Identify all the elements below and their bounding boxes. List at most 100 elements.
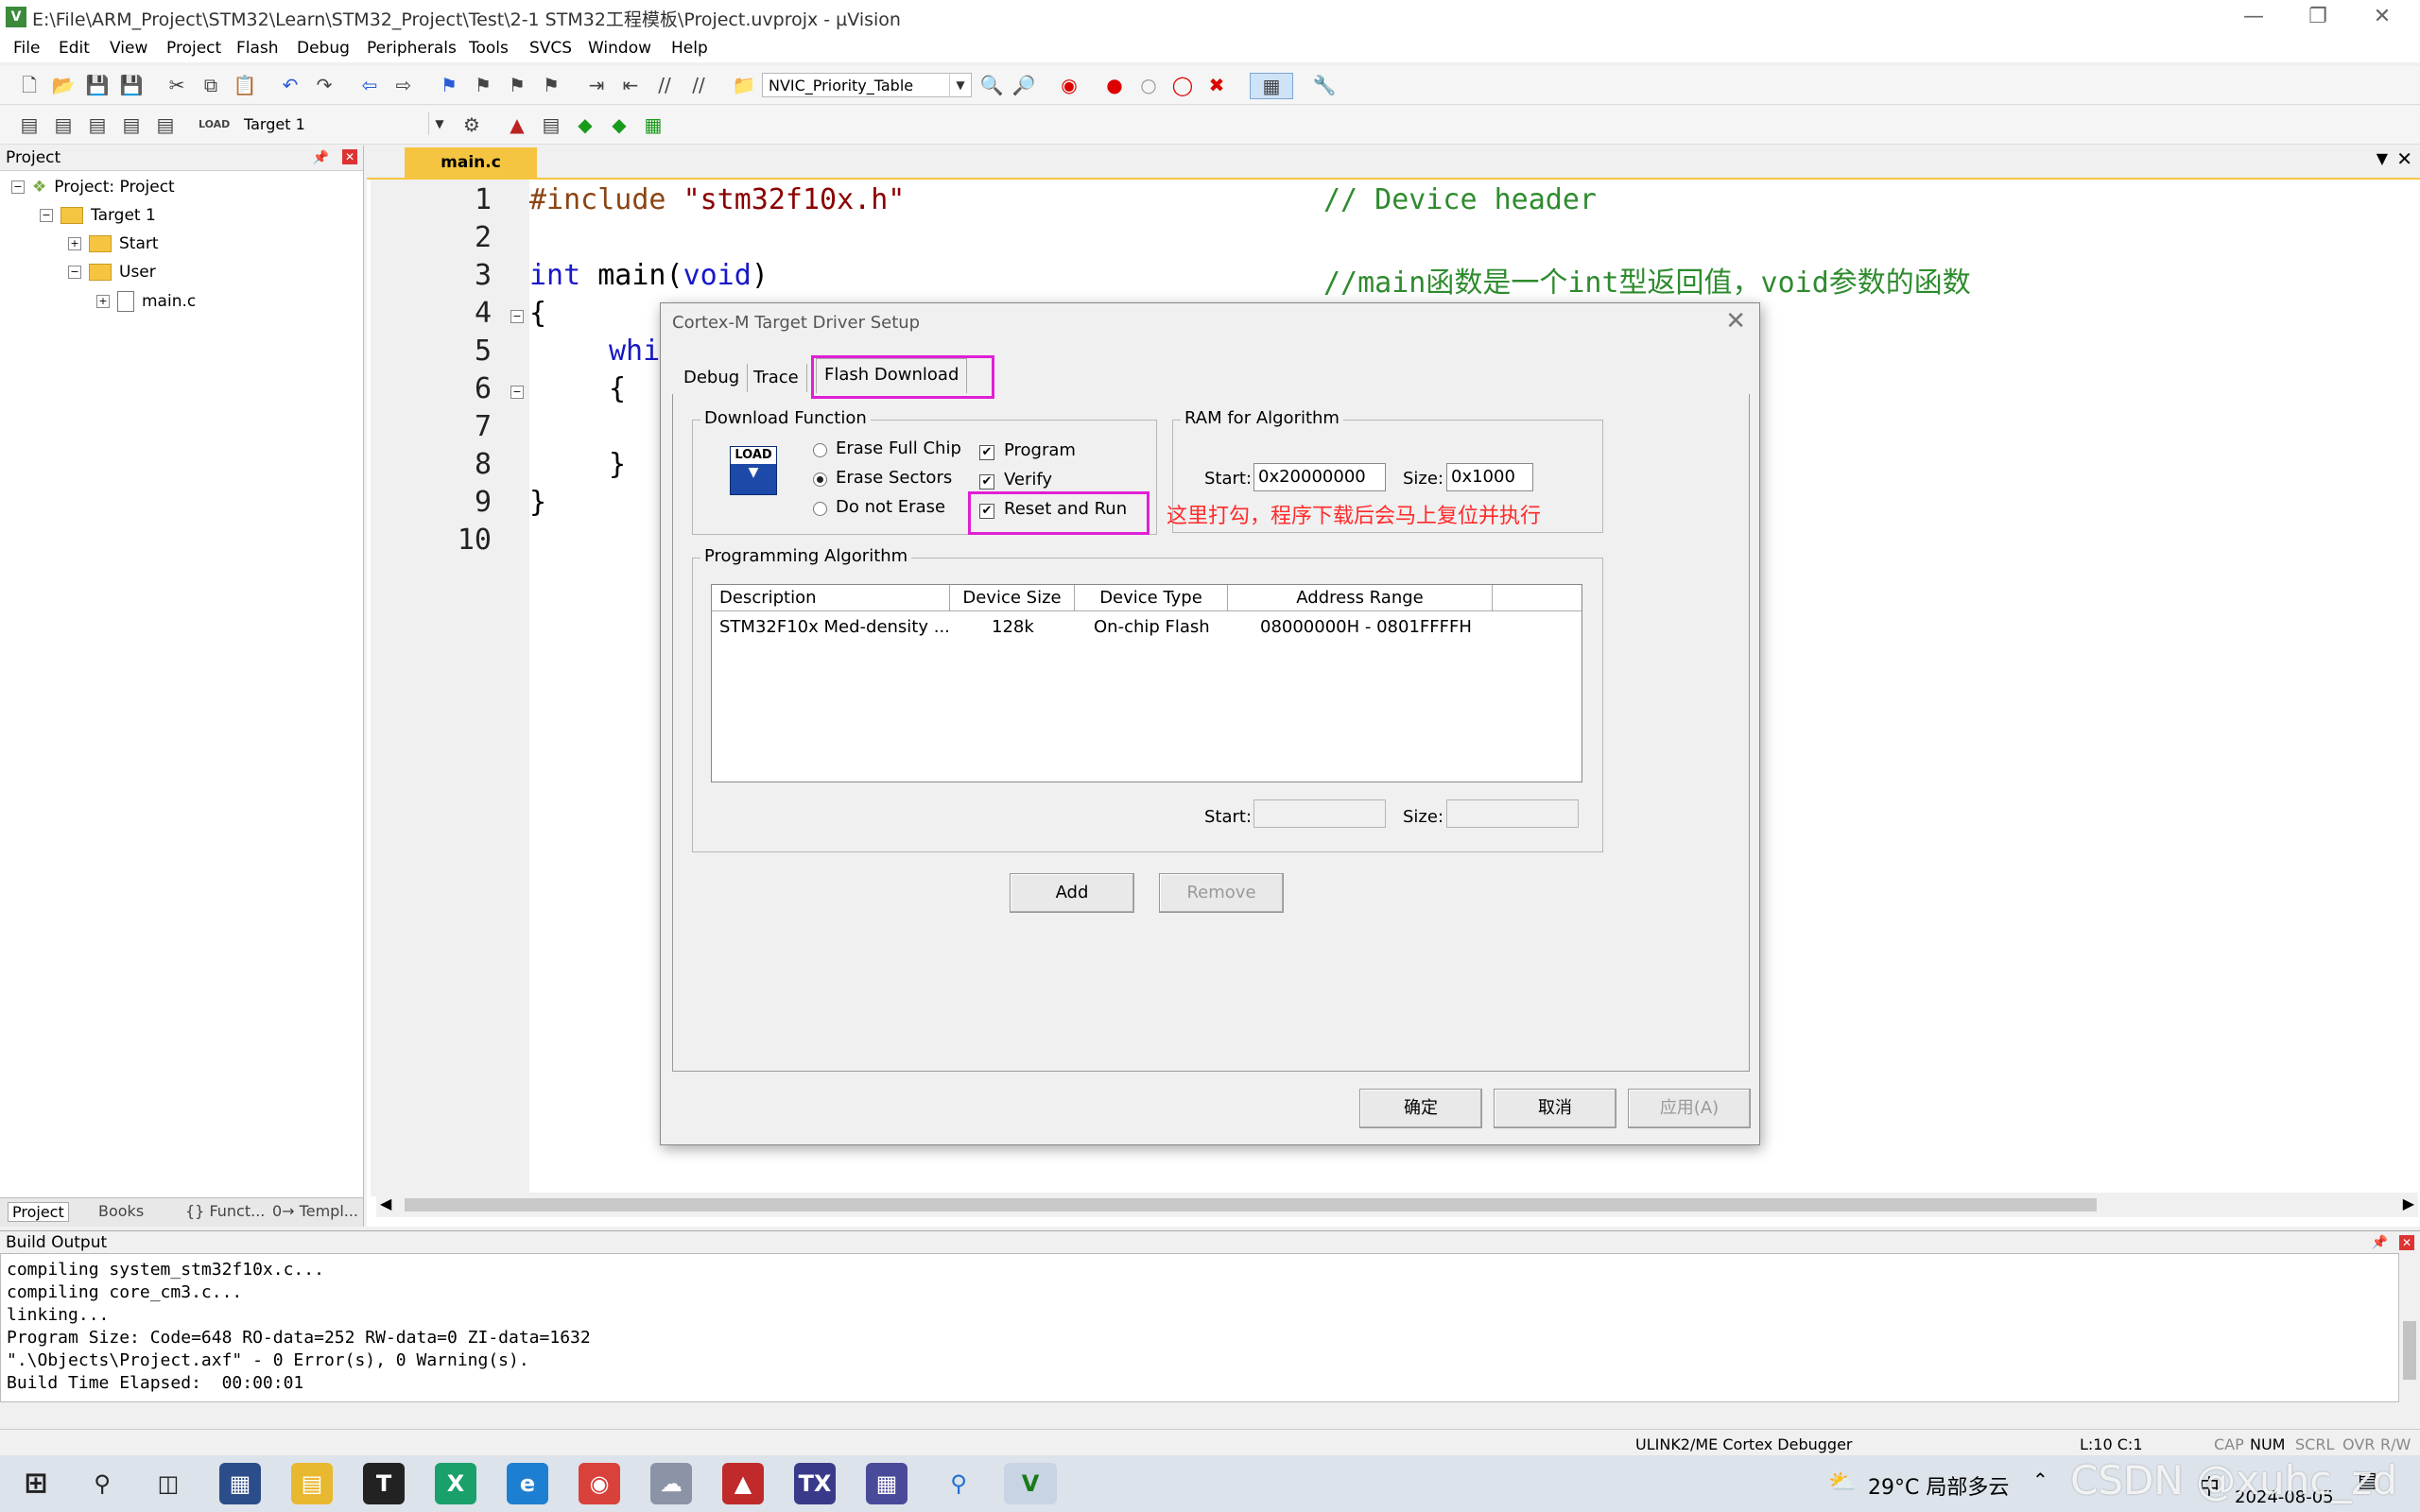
app-icon-cloud[interactable]: ☁	[650, 1463, 692, 1504]
unindent-icon[interactable]: ⇤	[618, 73, 643, 97]
tree-group-user[interactable]: − User	[68, 263, 156, 282]
translate-icon[interactable]: ▤	[17, 112, 42, 137]
build-icon[interactable]: ▤	[51, 112, 76, 137]
uvision-taskbar-icon[interactable]: V	[1004, 1463, 1057, 1504]
prev-bookmark-icon[interactable]: ⚑	[471, 73, 495, 97]
menu-window[interactable]: Window	[588, 39, 651, 58]
column-header-description[interactable]: Description	[712, 585, 950, 611]
tray-chevron-up-icon[interactable]: ⌃	[2032, 1469, 2048, 1491]
cut-icon[interactable]: ✂	[164, 73, 189, 97]
typora-app-icon[interactable]: T	[363, 1463, 405, 1504]
remove-button[interactable]: Remove	[1159, 873, 1284, 913]
code-line-3[interactable]: int main(void)	[529, 259, 769, 292]
program-label[interactable]: Program	[1004, 440, 1076, 460]
dialog-close-icon[interactable]: ✕	[1725, 307, 1746, 335]
column-header-device-type[interactable]: Device Type	[1075, 585, 1228, 611]
find-in-files-icon[interactable]: 📁	[732, 73, 756, 97]
menu-edit[interactable]: Edit	[59, 39, 90, 58]
tab-templates[interactable]: 0→ Templ...	[272, 1202, 358, 1220]
code-line-8[interactable]: }	[609, 448, 626, 481]
ram-start-input[interactable]: 0x20000000	[1253, 463, 1386, 491]
tab-books[interactable]: Books	[98, 1202, 144, 1220]
ram-size-input[interactable]: 0x1000	[1446, 463, 1533, 491]
table-cell-range[interactable]: 08000000H - 0801FFFFH	[1260, 617, 1472, 637]
windows-start-icon[interactable]: ⊞	[15, 1463, 57, 1504]
start-debug-icon[interactable]: ◉	[1057, 73, 1081, 97]
close-tab-icon[interactable]: ✕	[2396, 147, 2412, 170]
verify-label[interactable]: Verify	[1004, 470, 1052, 490]
verify-checkbox[interactable]: ✔	[979, 474, 994, 490]
file-extensions-icon[interactable]: ▤	[539, 112, 563, 137]
open-file-icon[interactable]: 📂	[51, 73, 76, 97]
batch-build-icon[interactable]: ▤	[119, 112, 144, 137]
tree-file-main[interactable]: + main.c	[96, 291, 196, 312]
incremental-find-icon[interactable]: 🔎	[1011, 73, 1036, 97]
target-combo[interactable]: Target 1 ▼	[238, 112, 450, 137]
expand-icon[interactable]: +	[96, 295, 110, 308]
editor-horizontal-scrollbar[interactable]: ◀ ▶	[376, 1193, 2418, 1217]
algorithm-table[interactable]: Description Device Size Device Type Addr…	[711, 584, 1582, 782]
window-layout-icon[interactable]: ▦	[1250, 73, 1293, 99]
build-output-text[interactable]: compiling system_stm32f10x.c... compilin…	[0, 1253, 2399, 1402]
menu-help[interactable]: Help	[671, 39, 708, 58]
minimize-button[interactable]: —	[2235, 4, 2273, 30]
build-output-scrollbar[interactable]	[2399, 1253, 2420, 1402]
indent-icon[interactable]: ⇥	[584, 73, 609, 97]
menu-file[interactable]: File	[13, 39, 40, 58]
redo-icon[interactable]: ↷	[312, 73, 337, 97]
restore-button[interactable]: ❐	[2299, 4, 2337, 30]
tree-group-start[interactable]: + Start	[68, 234, 159, 253]
chevron-down-icon[interactable]: ▼	[428, 112, 450, 135]
save-all-icon[interactable]: 💾	[119, 73, 144, 97]
scroll-thumb[interactable]	[405, 1198, 2097, 1211]
menu-project[interactable]: Project	[166, 39, 221, 58]
select-software-packs-icon[interactable]: ◆	[607, 112, 631, 137]
rebuild-icon[interactable]: ▤	[85, 112, 110, 137]
task-view-icon[interactable]: ◫	[147, 1463, 189, 1504]
ok-button[interactable]: 确定	[1359, 1089, 1482, 1128]
menu-svcs[interactable]: SVCS	[529, 39, 572, 58]
new-file-icon[interactable]: 🗋	[17, 73, 42, 97]
disable-all-breakpoints-icon[interactable]: ◯	[1170, 73, 1195, 97]
algo-size-input[interactable]	[1446, 799, 1579, 828]
tab-project[interactable]: Project	[8, 1202, 69, 1222]
tree-target[interactable]: − Target 1	[40, 206, 156, 225]
pin-icon[interactable]: 📌	[2372, 1231, 2388, 1254]
next-bookmark-icon[interactable]: ⚑	[505, 73, 529, 97]
pack-installer-icon[interactable]: ◆	[573, 112, 597, 137]
collapse-icon[interactable]: −	[11, 180, 25, 194]
file-explorer-icon[interactable]: ▤	[291, 1463, 333, 1504]
enable-breakpoint-icon[interactable]: ○	[1136, 73, 1161, 97]
collapse-icon[interactable]: −	[40, 209, 53, 222]
menu-view[interactable]: View	[110, 39, 147, 58]
table-cell-description[interactable]: STM32F10x Med-density ...	[719, 617, 950, 637]
build-output-hscrollbar[interactable]	[0, 1402, 2420, 1427]
menu-tools[interactable]: Tools	[469, 39, 509, 58]
nav-forward-icon[interactable]: ⇨	[391, 73, 416, 97]
magnifier-app-icon[interactable]: ⚲	[938, 1463, 979, 1504]
texstudio-app-icon[interactable]: TX	[794, 1463, 836, 1504]
tree-root[interactable]: − ❖ Project: Project	[11, 178, 175, 197]
find-icon[interactable]: 🔍	[979, 73, 1004, 97]
cancel-button[interactable]: 取消	[1494, 1089, 1616, 1128]
kill-all-breakpoints-icon[interactable]: ✖	[1204, 73, 1229, 97]
apply-button[interactable]: 应用(A)	[1628, 1089, 1751, 1128]
stop-build-icon[interactable]: ▤	[153, 112, 178, 137]
program-checkbox[interactable]: ✔	[979, 445, 994, 460]
manage-components-icon[interactable]: ▲	[505, 112, 529, 137]
scroll-thumb[interactable]	[2403, 1321, 2416, 1380]
paste-icon[interactable]: 📋	[233, 73, 257, 97]
column-header-address-range[interactable]: Address Range	[1228, 585, 1493, 611]
expand-icon[interactable]: +	[68, 237, 81, 250]
erase-sectors-radio[interactable]	[813, 472, 827, 487]
erase-sectors-label[interactable]: Erase Sectors	[836, 468, 952, 488]
copy-icon[interactable]: ⧉	[199, 73, 223, 97]
fold-marker-icon[interactable]: −	[510, 310, 524, 323]
nav-back-icon[interactable]: ⇦	[357, 73, 382, 97]
code-line-1[interactable]: #include "stm32f10x.h"	[529, 183, 905, 216]
fold-marker-icon[interactable]: −	[510, 386, 524, 399]
configure-icon[interactable]: 🔧	[1312, 73, 1337, 97]
edge-browser-icon[interactable]: e	[507, 1463, 548, 1504]
algo-start-input[interactable]	[1253, 799, 1386, 828]
close-window-button[interactable]: ✕	[2363, 4, 2401, 30]
